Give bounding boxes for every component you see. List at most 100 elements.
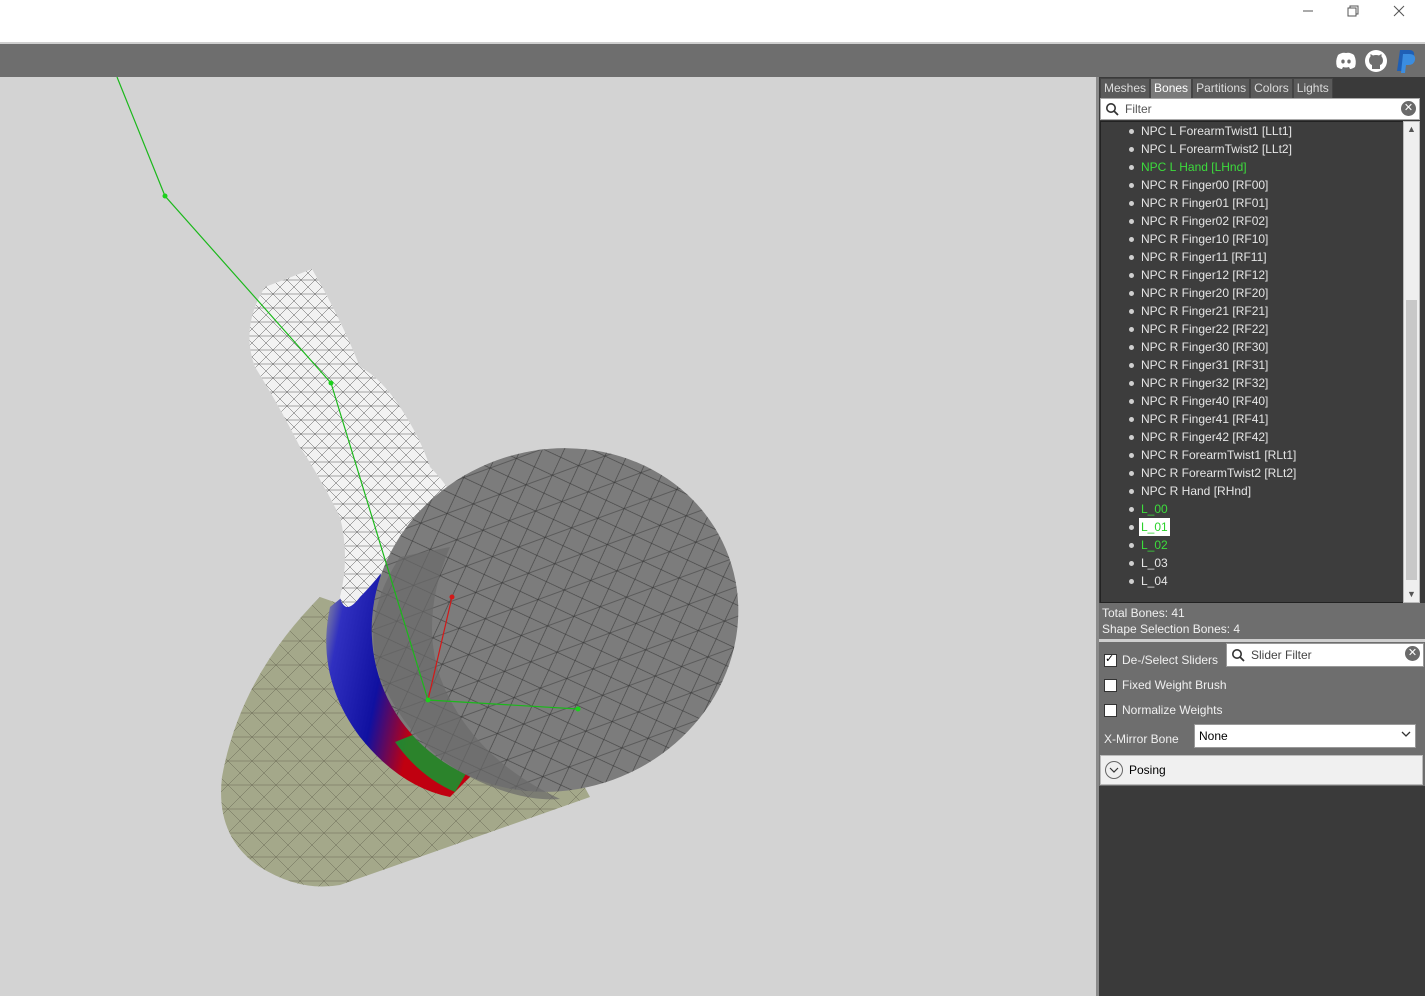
scroll-up-icon[interactable]: ▲: [1404, 122, 1419, 137]
bone-label: NPC R Finger22 [RF22]: [1141, 322, 1269, 336]
right-panel: Meshes Bones Partitions Colors Lights Fi…: [1096, 77, 1425, 996]
bone-list-item[interactable]: NPC R Finger10 [RF10]: [1101, 230, 1403, 248]
bullet-icon: [1129, 417, 1134, 422]
bone-list-item[interactable]: NPC L ForearmTwist2 [LLt2]: [1101, 140, 1403, 158]
tab-bones[interactable]: Bones: [1150, 78, 1193, 98]
bone-label: NPC R Finger01 [RF01]: [1141, 196, 1269, 210]
bone-list-item[interactable]: L_01: [1101, 518, 1403, 536]
bullet-icon: [1129, 525, 1134, 530]
bone-list-item[interactable]: NPC R Finger01 [RF01]: [1101, 194, 1403, 212]
bone-label: NPC L ForearmTwist1 [LLt1]: [1141, 124, 1292, 138]
posing-section-toggle[interactable]: Posing: [1100, 755, 1423, 785]
xmirror-bone-value: None: [1199, 729, 1228, 743]
deselect-sliders-checkbox[interactable]: De-/Select Sliders: [1104, 652, 1218, 667]
bullet-icon: [1129, 489, 1134, 494]
bullet-icon: [1129, 363, 1134, 368]
bone-list-item[interactable]: NPC R Finger12 [RF12]: [1101, 266, 1403, 284]
discord-icon: [1336, 52, 1356, 69]
chevron-down-circle-icon: [1105, 761, 1123, 779]
bone-list-item[interactable]: NPC R Finger42 [RF42]: [1101, 428, 1403, 446]
github-button[interactable]: [1363, 48, 1389, 74]
xmirror-bone-select[interactable]: None: [1194, 724, 1416, 748]
bullet-icon: [1129, 147, 1134, 152]
bone-list-item[interactable]: NPC R Finger00 [RF00]: [1101, 176, 1403, 194]
bone-list[interactable]: NPC L ForearmTwist1 [LLt1] NPC L ForearmT…: [1100, 121, 1404, 603]
scroll-down-icon[interactable]: ▼: [1404, 587, 1419, 602]
bone-list-item[interactable]: L_00: [1101, 500, 1403, 518]
bone-list-item[interactable]: NPC R Finger31 [RF31]: [1101, 356, 1403, 374]
discord-button[interactable]: [1333, 48, 1359, 74]
minimize-icon: [1303, 10, 1313, 12]
bone-label: L_00: [1141, 502, 1168, 516]
bone-label: L_02: [1141, 538, 1168, 552]
bone-list-item[interactable]: NPC R Finger11 [RF11]: [1101, 248, 1403, 266]
fixed-weight-brush-label: Fixed Weight Brush: [1122, 678, 1227, 692]
xmirror-bone-label: X-Mirror Bone: [1104, 732, 1179, 746]
bone-label: NPC L Hand [LHnd]: [1141, 160, 1247, 174]
bullet-icon: [1129, 309, 1134, 314]
bone-list-item[interactable]: L_04: [1101, 572, 1403, 590]
bone-label: NPC R Finger12 [RF12]: [1141, 268, 1269, 282]
bone-list-item[interactable]: NPC R Finger32 [RF32]: [1101, 374, 1403, 392]
bullet-icon: [1129, 201, 1134, 206]
github-icon: [1365, 50, 1387, 72]
tab-colors[interactable]: Colors: [1250, 78, 1293, 98]
bullet-icon: [1129, 507, 1134, 512]
bone-list-item[interactable]: NPC R Finger40 [RF40]: [1101, 392, 1403, 410]
bone-list-item[interactable]: NPC L ForearmTwist1 [LLt1]: [1101, 122, 1403, 140]
slider-filter-input[interactable]: Slider Filter ✕: [1226, 643, 1424, 667]
bone-list-item[interactable]: NPC R ForearmTwist2 [RLt2]: [1101, 464, 1403, 482]
bone-list-item[interactable]: L_02: [1101, 536, 1403, 554]
bullet-icon: [1129, 291, 1134, 296]
tab-partitions[interactable]: Partitions: [1192, 78, 1251, 98]
bullet-icon: [1129, 327, 1134, 332]
total-bones-label: Total Bones: 41: [1102, 606, 1185, 620]
bone-list-item[interactable]: NPC R Finger41 [RF41]: [1101, 410, 1403, 428]
clear-slider-filter-icon[interactable]: ✕: [1405, 646, 1420, 661]
chevron-down-icon: [1401, 728, 1411, 742]
bone-list-item[interactable]: NPC L Hand [LHnd]: [1101, 158, 1403, 176]
bullet-icon: [1129, 165, 1134, 170]
posing-label: Posing: [1129, 763, 1166, 777]
bone-controls: De-/Select Sliders Slider Filter ✕ Fixed…: [1096, 642, 1425, 786]
restore-button[interactable]: [1330, 0, 1376, 22]
normalize-weights-check[interactable]: [1104, 703, 1117, 717]
bullet-icon: [1129, 561, 1134, 566]
clear-filter-icon[interactable]: ✕: [1401, 101, 1416, 116]
bone-list-item[interactable]: NPC R Finger22 [RF22]: [1101, 320, 1403, 338]
bone-list-item[interactable]: NPC R Hand [RHnd]: [1101, 482, 1403, 500]
bullet-icon: [1129, 255, 1134, 260]
bullet-icon: [1129, 381, 1134, 386]
bullet-icon: [1129, 579, 1134, 584]
minimize-button[interactable]: [1285, 0, 1331, 22]
bullet-icon: [1129, 543, 1134, 548]
scroll-thumb[interactable]: [1406, 300, 1417, 580]
bone-label: NPC R Hand [RHnd]: [1141, 484, 1252, 498]
search-icon: [1106, 103, 1119, 116]
deselect-sliders-check[interactable]: [1104, 652, 1117, 667]
paypal-button[interactable]: [1393, 48, 1419, 74]
bone-list-item[interactable]: NPC R Finger21 [RF21]: [1101, 302, 1403, 320]
tab-meshes[interactable]: Meshes: [1100, 78, 1151, 98]
normalize-weights-checkbox[interactable]: Normalize Weights: [1104, 703, 1222, 717]
bone-list-item[interactable]: NPC R Finger30 [RF30]: [1101, 338, 1403, 356]
fixed-weight-brush-checkbox[interactable]: Fixed Weight Brush: [1104, 678, 1227, 692]
fixed-weight-brush-check[interactable]: [1104, 678, 1117, 692]
panel-divider[interactable]: [1096, 77, 1099, 996]
bone-list-scrollbar[interactable]: ▲ ▼: [1403, 121, 1420, 603]
paypal-icon: [1397, 50, 1416, 73]
bone-list-item[interactable]: NPC R Finger20 [RF20]: [1101, 284, 1403, 302]
close-button[interactable]: [1376, 0, 1422, 22]
bone-list-item[interactable]: NPC R ForearmTwist1 [RLt1]: [1101, 446, 1403, 464]
tab-lights[interactable]: Lights: [1292, 78, 1333, 98]
normalize-weights-label: Normalize Weights: [1122, 703, 1223, 717]
bone-label: NPC R Finger02 [RF02]: [1141, 214, 1269, 228]
bone-list-item[interactable]: NPC R Finger02 [RF02]: [1101, 212, 1403, 230]
bullet-icon: [1129, 471, 1134, 476]
bone-filter-input[interactable]: Filter ✕: [1100, 98, 1420, 120]
bone-label: L_01: [1139, 518, 1170, 536]
bone-label: NPC L ForearmTwist2 [LLt2]: [1141, 142, 1292, 156]
3d-viewport[interactable]: [0, 77, 1096, 996]
title-bar: [0, 0, 1425, 42]
bone-list-item[interactable]: L_03: [1101, 554, 1403, 572]
